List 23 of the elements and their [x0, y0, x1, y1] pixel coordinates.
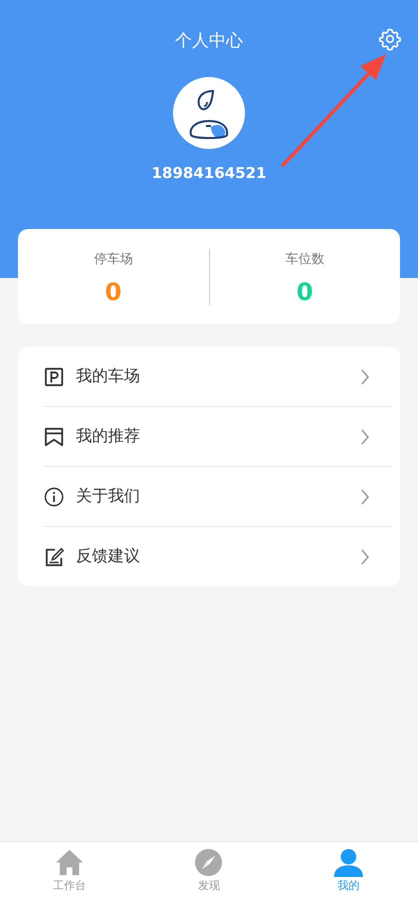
- stat-label: 车位数: [285, 250, 324, 268]
- avatar-icon: [173, 77, 245, 149]
- person-icon: [334, 848, 363, 877]
- stat-label: 停车场: [94, 250, 133, 268]
- parking-icon: [44, 366, 64, 386]
- page-title: 个人中心: [175, 30, 243, 52]
- phone-number: 18984164521: [152, 164, 266, 182]
- stat-value: 0: [104, 280, 122, 304]
- settings-icon[interactable]: [378, 27, 402, 51]
- chevron-icon: [360, 488, 370, 506]
- chevron-icon: [360, 368, 370, 386]
- bookmark-icon: [44, 426, 64, 446]
- info-icon: [44, 486, 64, 506]
- menu-item[interactable]: 关于我们: [64, 486, 360, 507]
- home-icon: [55, 848, 84, 877]
- chevron-icon: [360, 548, 370, 566]
- menu-item[interactable]: 反馈建议: [64, 546, 360, 567]
- menu-item[interactable]: 我的车场: [64, 366, 360, 387]
- stat-value: 0: [296, 280, 314, 304]
- menu-item[interactable]: 我的推荐: [64, 426, 360, 447]
- chevron-icon: [360, 428, 370, 446]
- compass-icon: [194, 848, 224, 877]
- edit-icon: [44, 546, 64, 566]
